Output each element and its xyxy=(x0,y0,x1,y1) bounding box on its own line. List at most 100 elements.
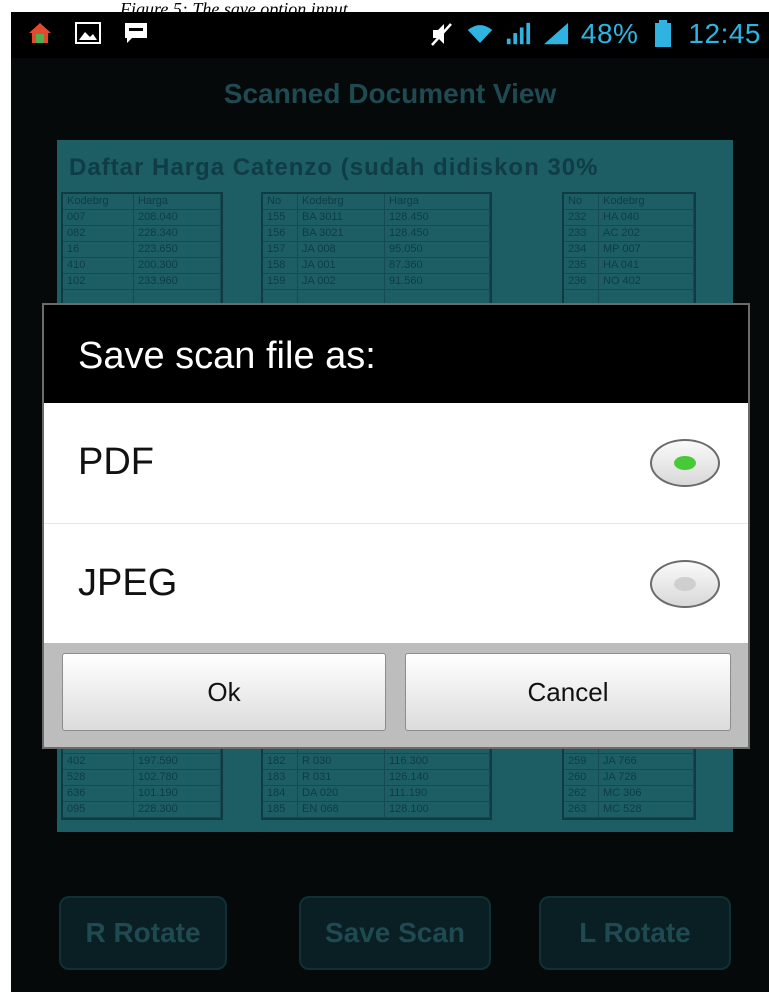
scan-table-row: 235 HA 041 xyxy=(564,258,694,274)
scan-heading: Daftar Harga Catenzo (sudah didiskon 30% xyxy=(69,154,599,181)
scan-table-row: 158 JA 001 87.360 xyxy=(263,258,490,274)
ok-button[interactable]: Ok xyxy=(62,653,386,731)
scan-table-cell: 101.190 xyxy=(134,786,221,801)
scan-table-cell: 260 xyxy=(564,770,599,785)
scan-table-row: 636 101.190 xyxy=(63,786,221,802)
scan-table-cell: 228.340 xyxy=(134,226,221,241)
dialog-header: Save scan file as: xyxy=(44,305,748,403)
scan-table-cell: 111.190 xyxy=(385,786,490,801)
image-icon xyxy=(75,21,101,45)
scan-table-row xyxy=(63,290,221,306)
scan-table-cell: 528 xyxy=(63,770,134,785)
scan-table-cell: 208.040 xyxy=(134,210,221,225)
scan-table-cell xyxy=(263,290,298,305)
scan-table-cell: BA 3011 xyxy=(298,210,385,225)
scan-table-row: 234 MP 007 xyxy=(564,242,694,258)
option-pdf-label: PDF xyxy=(78,441,154,483)
scan-table-cell: R 031 xyxy=(298,770,385,785)
scan-table-cell: 402 xyxy=(63,754,134,769)
dialog-title: Save scan file as: xyxy=(78,335,376,377)
scan-table-cell: DA 020 xyxy=(298,786,385,801)
scan-table-header: No Kodebrg xyxy=(564,194,694,210)
status-bar: 48% 12:45 xyxy=(11,12,769,58)
clock: 12:45 xyxy=(688,18,761,49)
scan-table-cell: No xyxy=(263,194,298,209)
scan-table-header: No Kodebrg Harga xyxy=(263,194,490,210)
scan-table-cell: 158 xyxy=(263,258,298,273)
scan-table-cell: Harga xyxy=(385,194,490,209)
scan-table-row: 259 JA 766 xyxy=(564,754,694,770)
scan-table-cell: MP 007 xyxy=(599,242,694,257)
scan-table-cell: JA 001 xyxy=(298,258,385,273)
battery-icon xyxy=(650,20,676,47)
scan-table-cell xyxy=(63,290,134,305)
scan-table-cell: R 030 xyxy=(298,754,385,769)
status-bar-notifications xyxy=(27,21,149,45)
scan-table-cell: 095 xyxy=(63,802,134,817)
status-bar-system: 48% 12:45 xyxy=(429,18,761,50)
scan-table-row: 528 102.780 xyxy=(63,770,221,786)
radio-pdf-dot xyxy=(674,456,696,470)
cancel-button[interactable]: Cancel xyxy=(405,653,731,731)
scan-table-cell: 636 xyxy=(63,786,134,801)
scan-table-cell: 185 xyxy=(263,802,298,817)
scan-table-cell: 126.140 xyxy=(385,770,490,785)
scan-table-row: 007 208.040 xyxy=(63,210,221,226)
scan-table-cell: JA 002 xyxy=(298,274,385,289)
save-scan-button[interactable]: Save Scan xyxy=(299,896,491,970)
scan-table-cell: 183 xyxy=(263,770,298,785)
l-rotate-button[interactable]: L Rotate xyxy=(539,896,731,970)
scan-table-row: 183 R 031 126.140 xyxy=(263,770,490,786)
scan-table-cell: MC 528 xyxy=(599,802,694,817)
scan-table-cell: Harga xyxy=(134,194,221,209)
scan-table-cell xyxy=(134,290,221,305)
scan-table-cell: NO 402 xyxy=(599,274,694,289)
scan-table-cell: EN 068 xyxy=(298,802,385,817)
scan-table-row: 095 228.300 xyxy=(63,802,221,818)
option-jpeg[interactable]: JPEG xyxy=(44,524,748,644)
scan-table-cell: 184 xyxy=(263,786,298,801)
scan-table-cell: 232 xyxy=(564,210,599,225)
radio-pdf[interactable] xyxy=(650,439,720,487)
scan-table-cell: JA 008 xyxy=(298,242,385,257)
scan-table-row: 156 BA 3021 128.450 xyxy=(263,226,490,242)
scan-table-cell: 410 xyxy=(63,258,134,273)
radio-jpeg[interactable] xyxy=(650,560,720,608)
option-pdf[interactable]: PDF xyxy=(44,403,748,523)
scan-table-cell: 082 xyxy=(63,226,134,241)
scan-table-row: 16 223.650 xyxy=(63,242,221,258)
signal-icon xyxy=(505,22,531,46)
scan-table-cell: HA 041 xyxy=(599,258,694,273)
scan-table-row: 262 MC 306 xyxy=(564,786,694,802)
scan-table-cell: 91.560 xyxy=(385,274,490,289)
scan-table-cell xyxy=(298,290,385,305)
scan-table-row: 402 197.590 xyxy=(63,754,221,770)
scan-table-row: 260 JA 728 xyxy=(564,770,694,786)
scan-table-cell: 102 xyxy=(63,274,134,289)
scan-table-row: 185 EN 068 128.100 xyxy=(263,802,490,818)
r-rotate-button[interactable]: R Rotate xyxy=(59,896,227,970)
scan-table-cell: 128.450 xyxy=(385,210,490,225)
scan-table-cell: 156 xyxy=(263,226,298,241)
scan-table-cell: 128.450 xyxy=(385,226,490,241)
radio-jpeg-dot xyxy=(674,577,696,591)
scan-table-cell: 155 xyxy=(263,210,298,225)
signal-icon-2 xyxy=(543,22,569,46)
scan-table-cell: 236 xyxy=(564,274,599,289)
dialog-button-bar: Ok Cancel xyxy=(44,643,748,747)
scan-table-cell: 007 xyxy=(63,210,134,225)
scan-table-cell xyxy=(599,290,694,305)
scan-table-cell: HA 040 xyxy=(599,210,694,225)
scan-table-row: 233 AC 202 xyxy=(564,226,694,242)
scan-table-cell: Kodebrg xyxy=(599,194,694,209)
scan-table-cell: BA 3021 xyxy=(298,226,385,241)
screen-title: Scanned Document View xyxy=(223,78,557,109)
scan-table-cell: 16 xyxy=(63,242,134,257)
scan-table-cell: 228.300 xyxy=(134,802,221,817)
scan-table-cell: 159 xyxy=(263,274,298,289)
scan-table-row xyxy=(263,290,490,306)
maps-icon xyxy=(27,21,53,45)
scan-table-row: 232 HA 040 xyxy=(564,210,694,226)
scan-table-cell: 102.780 xyxy=(134,770,221,785)
scan-table-row: 182 R 030 116.300 xyxy=(263,754,490,770)
